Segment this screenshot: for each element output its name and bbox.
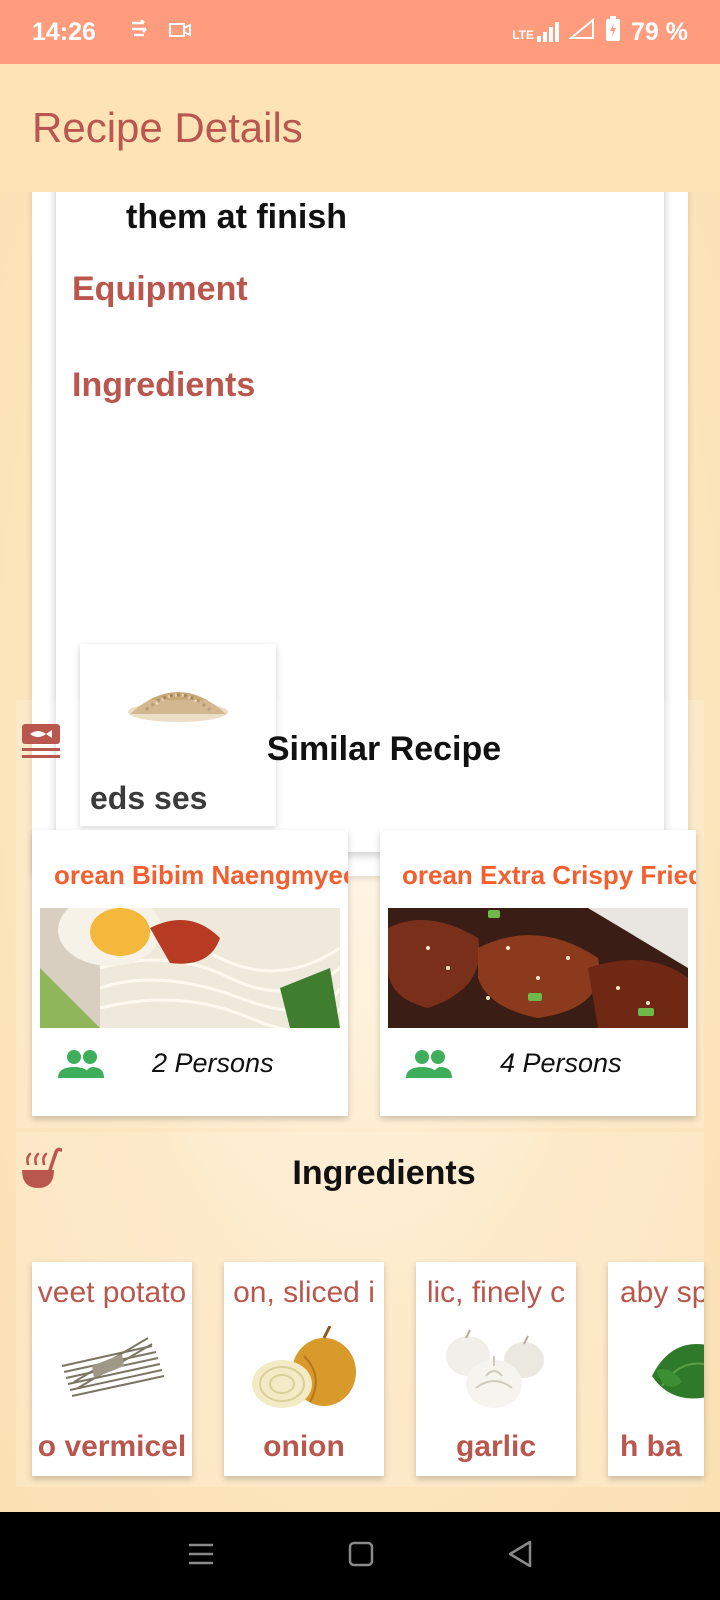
back-nav-button[interactable] — [507, 1540, 533, 1573]
garlic-image — [446, 1329, 544, 1408]
ingredients-header: Ingredients — [0, 1136, 720, 1216]
persons-count: 4 Persons — [500, 1048, 622, 1078]
recipe-image — [388, 908, 688, 1028]
ingredient-amount: on, sliced i — [233, 1276, 375, 1309]
home-nav-button[interactable] — [348, 1541, 374, 1572]
spinach-image — [652, 1344, 704, 1399]
persons-count: 2 Persons — [152, 1048, 274, 1078]
network-type: LTE — [512, 28, 535, 42]
sync-icon — [128, 18, 150, 46]
ingredient-tile[interactable]: aby sp h ba — [608, 1262, 704, 1476]
battery-icon — [605, 15, 621, 49]
lte-signal-icon: LTE — [512, 22, 560, 42]
app-bar: Recipe Details — [0, 64, 720, 192]
ingredient-name: garlic — [455, 1430, 537, 1463]
menu-nav-button[interactable] — [187, 1542, 215, 1571]
ingredients-label: Ingredients — [72, 366, 256, 404]
ingredients-title: Ingredients — [292, 1154, 476, 1192]
step-text: them at finish — [126, 198, 348, 236]
ingredient-name: onion — [263, 1430, 345, 1463]
persons-icon — [58, 1050, 104, 1078]
similar-recipe-card[interactable]: orean Extra Crispy Fried 4 Persons — [380, 830, 696, 1116]
wifi-signal-icon — [568, 17, 595, 47]
recipe-title: orean Extra Crispy Fried — [402, 860, 696, 890]
battery-percent: 79 % — [631, 17, 688, 46]
status-bar: 14:26 LTE 79 % — [0, 0, 720, 64]
ingredient-amount: veet potato — [37, 1276, 187, 1309]
recipe-image — [40, 908, 340, 1028]
ingredient-tile[interactable]: lic, finely c garlic — [416, 1262, 576, 1476]
video-icon — [168, 19, 192, 45]
ingredient-amount: aby sp — [620, 1276, 704, 1309]
navigation-bar — [0, 1512, 720, 1600]
ingredient-tile[interactable]: veet potato o vermicel — [32, 1262, 192, 1476]
recipe-content[interactable]: them at finish Equipment Ingredients eds… — [0, 192, 720, 1512]
ingredient-name: o vermicel — [37, 1430, 187, 1463]
recipe-title: orean Bibim Naengmyeon — [54, 860, 348, 890]
status-time: 14:26 — [32, 17, 96, 46]
equipment-label: Equipment — [72, 270, 248, 308]
onion-image — [252, 1326, 356, 1408]
similar-recipe-title: Similar Recipe — [266, 730, 502, 768]
similar-recipe-header: Similar Recipe — [0, 712, 720, 792]
persons-icon — [406, 1050, 452, 1078]
vermicelli-image — [61, 1337, 165, 1397]
similar-recipe-card[interactable]: orean Bibim Naengmyeon 2 Persons — [32, 830, 348, 1116]
ingredient-amount: lic, finely c — [426, 1276, 566, 1309]
page-title: Recipe Details — [32, 104, 303, 151]
ingredient-tile[interactable]: on, sliced i onion — [224, 1262, 384, 1476]
ingredient-name: h ba — [620, 1430, 682, 1463]
